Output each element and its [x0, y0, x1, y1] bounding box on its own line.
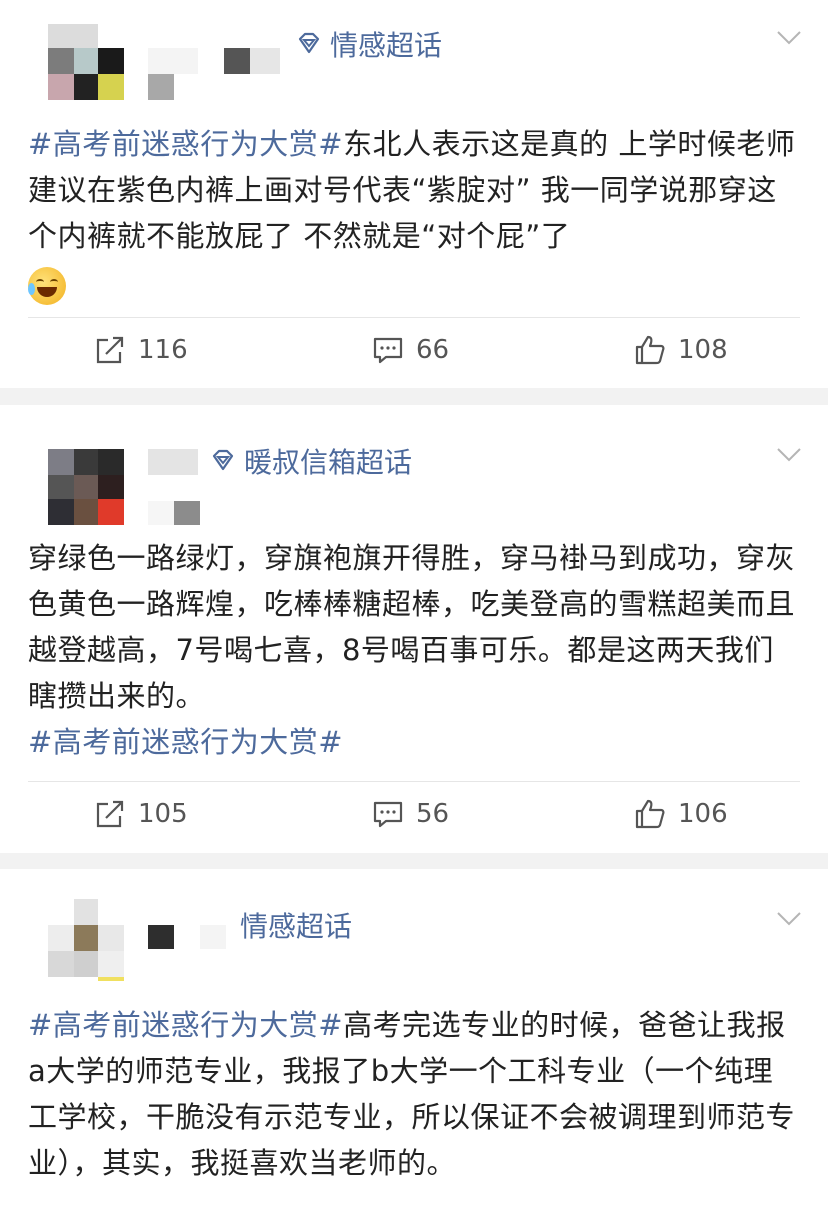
chevron-down-icon[interactable]: [776, 30, 802, 46]
action-bar: 116 66 108: [0, 334, 828, 374]
super-topic-link[interactable]: 情感超话: [240, 905, 352, 945]
repost-button[interactable]: 116: [94, 334, 188, 366]
username-blurred[interactable]: [148, 48, 288, 100]
chevron-down-icon[interactable]: [776, 911, 802, 927]
username-blurred[interactable]: [148, 449, 208, 525]
post-text: 穿绿色一路绿灯，穿旗袍旗开得胜，穿马褂马到成功，穿灰色黄色一路辉煌，吃棒棒糖超棒…: [28, 541, 796, 759]
like-icon: [635, 799, 665, 829]
comment-icon: [373, 337, 403, 364]
action-bar: 105 56 106: [0, 798, 828, 838]
like-icon: [635, 335, 665, 365]
comment-icon: [373, 801, 403, 828]
super-topic-link[interactable]: 暖叔信箱超话: [210, 441, 412, 481]
comment-button[interactable]: 66: [372, 334, 449, 366]
laughing-crying-emoji-icon: [28, 267, 66, 305]
comment-count: 66: [416, 335, 450, 365]
avatar[interactable]: [48, 899, 124, 981]
repost-count: 116: [138, 335, 188, 365]
post-text: #高考前迷惑行为大赏#高考完选专业的时候，爸爸让我报a大学的师范专业，我报了b大…: [28, 1008, 796, 1180]
repost-count: 105: [138, 799, 188, 829]
hashtag-link[interactable]: #高考前迷惑行为大赏#: [28, 725, 343, 759]
repost-icon: [96, 336, 124, 364]
like-count: 106: [678, 799, 728, 829]
divider: [28, 781, 800, 782]
like-button[interactable]: 106: [634, 798, 728, 830]
post-card: 暖叔信箱超话 穿绿色一路绿灯，穿旗袍旗开得胜，穿马褂马到成功，穿灰色黄色一路辉煌…: [0, 405, 828, 853]
super-topic-label: 暖叔信箱超话: [244, 446, 413, 479]
repost-button[interactable]: 105: [94, 798, 188, 830]
comment-count: 56: [416, 799, 450, 829]
post-card: 情感超话 #高考前迷惑行为大赏#高考完选专业的时候，爸爸让我报a大学的师范专业，…: [0, 869, 828, 1205]
like-count: 108: [678, 335, 728, 365]
repost-icon: [96, 800, 124, 828]
avatar[interactable]: [48, 449, 124, 525]
super-topic-label: 情感超话: [240, 910, 353, 943]
super-topic-gem-icon: [212, 449, 234, 471]
hashtag-link[interactable]: #高考前迷惑行为大赏#: [28, 127, 343, 161]
like-button[interactable]: 108: [634, 334, 728, 366]
super-topic-link[interactable]: 情感超话: [296, 24, 442, 64]
post-text: #高考前迷惑行为大赏#东北人表示这是真的 上学时候老师建议在紫色内裤上画对号代表…: [28, 121, 800, 305]
avatar[interactable]: [48, 24, 124, 100]
divider: [28, 317, 800, 318]
comment-button[interactable]: 56: [372, 798, 449, 830]
chevron-down-icon[interactable]: [776, 447, 802, 463]
hashtag-link[interactable]: #高考前迷惑行为大赏#: [28, 1008, 343, 1042]
post-card: 情感超话 #高考前迷惑行为大赏#东北人表示这是真的 上学时候老师建议在紫色内裤上…: [0, 0, 828, 388]
super-topic-gem-icon: [298, 32, 320, 54]
super-topic-label: 情感超话: [330, 29, 443, 62]
username-blurred[interactable]: [148, 925, 238, 955]
